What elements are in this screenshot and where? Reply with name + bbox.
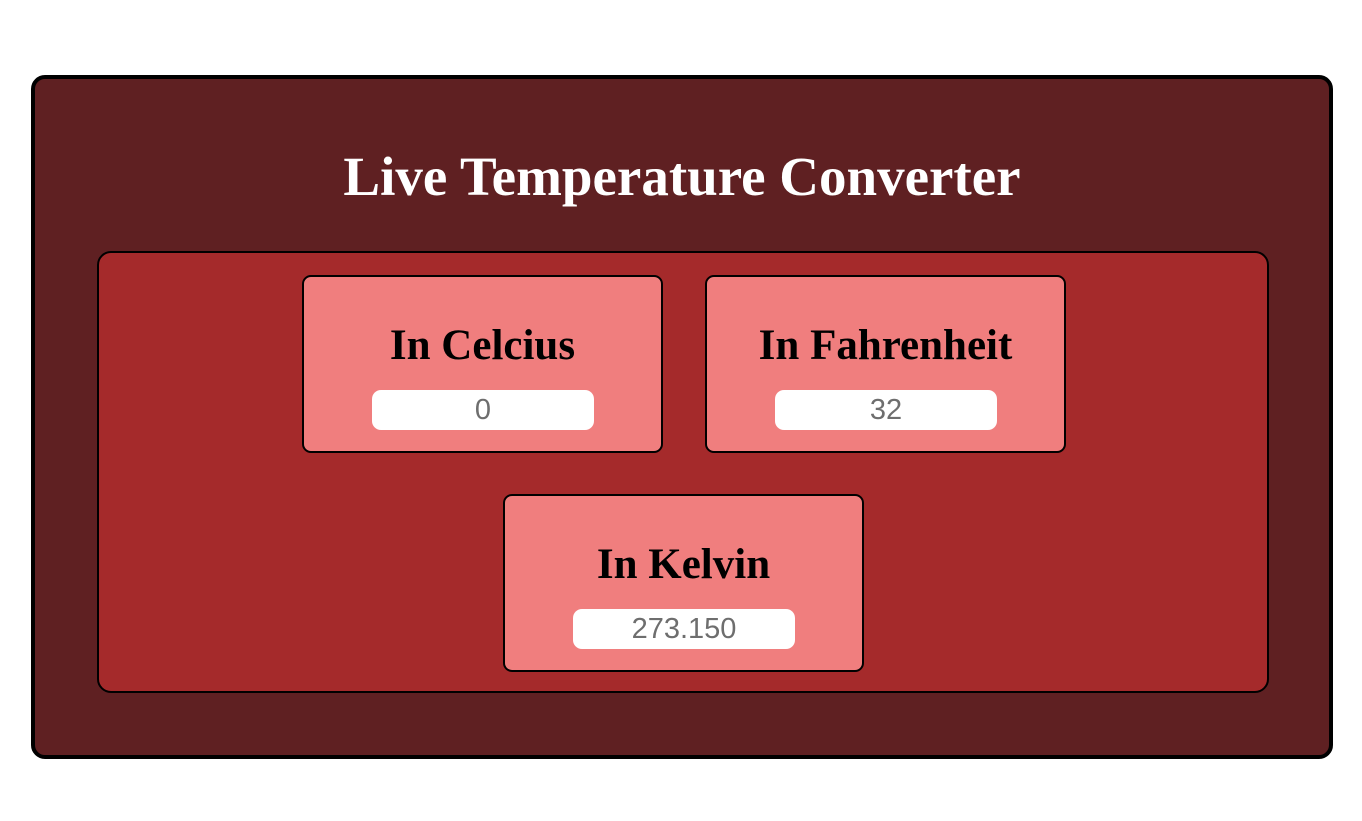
kelvin-card: In Kelvin xyxy=(503,494,864,672)
converter-panel: Live Temperature Converter In Celcius In… xyxy=(31,75,1333,759)
kelvin-label: In Kelvin xyxy=(596,541,771,588)
celsius-label: In Celcius xyxy=(389,322,576,369)
celsius-card: In Celcius xyxy=(302,275,663,453)
fahrenheit-card: In Fahrenheit xyxy=(705,275,1066,453)
fahrenheit-input[interactable] xyxy=(775,390,997,430)
celsius-input[interactable] xyxy=(372,390,594,430)
converter-container: In Celcius In Fahrenheit In Kelvin xyxy=(97,251,1269,693)
page-title: Live Temperature Converter xyxy=(343,146,1021,207)
kelvin-input[interactable] xyxy=(573,609,795,649)
fahrenheit-label: In Fahrenheit xyxy=(758,322,1013,369)
